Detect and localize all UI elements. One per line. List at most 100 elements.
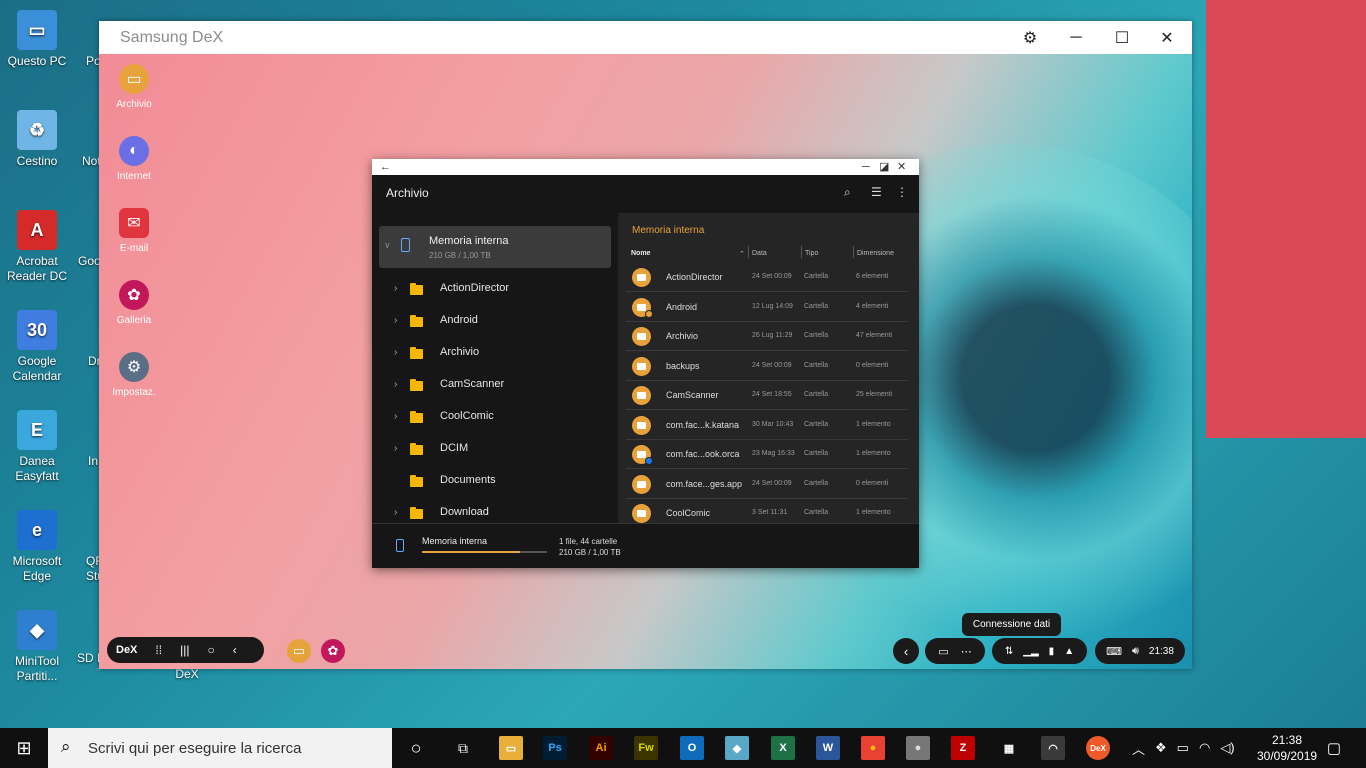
volume-icon[interactable]: 🔊︎	[1127, 645, 1144, 658]
list-view-icon[interactable]: ☰	[871, 185, 882, 199]
tree-item[interactable]: › Archivio	[372, 337, 618, 369]
laptop-icon[interactable]: ▭	[932, 645, 954, 658]
chevron-right-icon[interactable]: ›	[394, 315, 397, 326]
column-header-name[interactable]: Nome	[631, 250, 650, 257]
taskbar-clock[interactable]: 21:38 30/09/2019	[1257, 732, 1317, 764]
chevron-right-icon[interactable]: ›	[394, 411, 397, 422]
dock-galleria-icon[interactable]: ✿	[321, 639, 345, 663]
tree-item[interactable]: › Android	[372, 305, 618, 337]
back-arrow-icon[interactable]: ←	[380, 159, 391, 175]
tree-item[interactable]: › ActionDirector	[372, 273, 618, 305]
sort-arrow-icon[interactable]: ⌃	[739, 250, 745, 258]
dex-app-galleria[interactable]: ✿ Galleria	[108, 280, 160, 326]
more-vert-icon[interactable]: ⋮	[896, 185, 908, 199]
column-header-type[interactable]: Tipo	[805, 250, 818, 257]
data-connection-icon[interactable]: ⇅	[1000, 646, 1018, 657]
expand-up-icon[interactable]: ▲	[1059, 646, 1079, 657]
file-row[interactable]: Archivio 26 Lug 11:29 Cartella 47 elementi	[626, 322, 908, 351]
taskbar-app-icon[interactable]: Z	[951, 736, 975, 760]
close-icon[interactable]: ✕	[897, 159, 906, 175]
file-row[interactable]: CamScanner 24 Set 18:55 Cartella 25 element…	[626, 381, 908, 410]
fm-window-bar[interactable]: ← ─ ◪ ✕	[372, 159, 919, 175]
tree-item[interactable]: › DCIM	[372, 433, 618, 465]
minimize-button[interactable]: ─	[1064, 26, 1088, 50]
keyboard-icon[interactable]: ⌨	[1101, 645, 1127, 658]
chevron-right-icon[interactable]: ›	[394, 347, 397, 358]
home-icon[interactable]: ○	[198, 643, 223, 657]
desktop-icon-edge[interactable]: e Microsoft Edge	[0, 510, 74, 584]
maximize-icon[interactable]: ◪	[879, 159, 889, 175]
desktop-icon-minitool[interactable]: ◆ MiniTool Partiti...	[0, 610, 74, 684]
dex-button[interactable]: DeX	[107, 644, 146, 656]
notifications-icon[interactable]: ▢	[1322, 736, 1346, 760]
minimize-icon[interactable]: ─	[862, 159, 870, 175]
task-view-icon[interactable]: ⧉	[451, 736, 475, 760]
desktop-icon-questo-pc[interactable]: ▭ Questo PC	[0, 10, 74, 69]
desktop-icon-acrobat[interactable]: A Acrobat Reader DC	[0, 210, 74, 284]
cortana-icon[interactable]: ○	[404, 736, 428, 760]
taskbar-app-icon[interactable]: ●	[861, 736, 885, 760]
taskbar-app-icon[interactable]: W	[816, 736, 840, 760]
file-row[interactable]: com.fac...ook.orca 23 Mag 16:33 Cartella 1 …	[626, 440, 908, 469]
file-row[interactable]: backups 24 Set 00:09 Cartella 0 elementi	[626, 352, 908, 381]
chevron-right-icon[interactable]: ›	[394, 283, 397, 294]
search-icon[interactable]: ⌕	[844, 185, 851, 200]
taskbar-app-icon[interactable]: ●	[906, 736, 930, 760]
file-row[interactable]: ActionDirector 24 Set 00:09 Cartella 6 elem…	[626, 263, 908, 292]
desktop-icon-cestino[interactable]: ♻ Cestino	[0, 110, 74, 169]
taskbar-app-icon[interactable]: Fw	[634, 736, 658, 760]
taskbar-app-icon[interactable]: Ps	[543, 736, 567, 760]
dex-app-email[interactable]: ✉ E-mail	[108, 208, 160, 254]
maximize-button[interactable]: ☐	[1110, 26, 1134, 50]
dex-titlebar[interactable]: Samsung DeX ⚙ ─ ☐ ✕	[99, 21, 1192, 54]
status-pill[interactable]: ⇅ ▁▂ ▮ ▲	[992, 638, 1087, 664]
column-header-size[interactable]: Dimensione	[857, 250, 894, 257]
dropbox-icon[interactable]: ❖	[1150, 740, 1172, 756]
file-row[interactable]: CoolComic 3 Set 11:31 Cartella 1 elemento	[626, 499, 908, 523]
collapse-button[interactable]: ‹	[893, 638, 919, 664]
taskbar-app-icon[interactable]: Ai	[589, 736, 613, 760]
taskbar-app-icon[interactable]: ▦	[997, 736, 1021, 760]
file-row[interactable]: com.face...ges.app 24 Set 00:09 Cartella 0 …	[626, 470, 908, 499]
tree-item[interactable]: › CoolComic	[372, 401, 618, 433]
tree-item-memoria-interna[interactable]: ∨ Memoria interna 210 GB / 1,00 TB	[379, 226, 611, 268]
file-row[interactable]: com.fac...k.katana 30 Mar 10:43 Cartella 1 …	[626, 411, 908, 440]
file-explorer-icon[interactable]: ▭	[499, 736, 523, 760]
desktop-icon-dex[interactable]: DeX	[150, 667, 224, 682]
clock-pill[interactable]: ⌨ 🔊︎ 21:38	[1095, 638, 1185, 664]
taskbar-app-icon[interactable]: X	[771, 736, 795, 760]
volume-icon[interactable]: ◁)	[1215, 740, 1239, 756]
settings-gear-icon[interactable]: ⚙	[1018, 26, 1042, 50]
more-horizontal-icon[interactable]: ⋯	[955, 645, 978, 658]
device-pill[interactable]: ▭ ⋯	[925, 638, 985, 664]
chevron-down-icon[interactable]: ∨	[384, 240, 391, 251]
close-button[interactable]: ✕	[1155, 26, 1179, 50]
show-hidden-icons-chevron-icon[interactable]: ︿	[1127, 739, 1150, 758]
column-header-date[interactable]: Data	[752, 250, 767, 257]
taskbar-app-icon[interactable]: ◠	[1041, 736, 1065, 760]
desktop-icon-danea[interactable]: E Danea Easyfatt	[0, 410, 74, 484]
dock-archivio-icon[interactable]: ▭	[287, 639, 311, 663]
chevron-right-icon[interactable]: ›	[394, 507, 397, 518]
taskbar-app-icon[interactable]: DeX	[1086, 736, 1110, 760]
battery-icon[interactable]: ▭	[1172, 740, 1194, 756]
taskbar-app-icon[interactable]: O	[680, 736, 704, 760]
dex-app-impostazioni[interactable]: ⚙ Impostaz.	[108, 352, 160, 398]
tree-item[interactable]: › Download	[372, 497, 618, 523]
search-box[interactable]: ⌕ Scrivi qui per eseguire la ricerca	[48, 728, 392, 768]
tree-item[interactable]: › CamScanner	[372, 369, 618, 401]
start-button[interactable]: ⊞	[0, 728, 48, 768]
dex-app-archivio[interactable]: ▭ Archivio	[108, 64, 160, 110]
tree-item[interactable]: Documents	[372, 465, 618, 497]
taskbar-app-icon[interactable]: ◆	[725, 736, 749, 760]
breadcrumb[interactable]: Memoria interna	[632, 225, 704, 236]
back-icon[interactable]: ‹	[224, 643, 246, 657]
dex-app-internet[interactable]: ◐ Internet	[108, 136, 160, 182]
wifi-icon[interactable]: ◠	[1194, 740, 1215, 756]
chevron-right-icon[interactable]: ›	[394, 443, 397, 454]
recent-apps-icon[interactable]: |||	[171, 643, 198, 657]
apps-grid-icon[interactable]: ⁞⁞	[146, 643, 171, 657]
file-row[interactable]: Android 12 Lug 14:09 Cartella 4 elementi	[626, 293, 908, 322]
desktop-icon-google-calendar[interactable]: 30 Google Calendar	[0, 310, 74, 384]
chevron-right-icon[interactable]: ›	[394, 379, 397, 390]
